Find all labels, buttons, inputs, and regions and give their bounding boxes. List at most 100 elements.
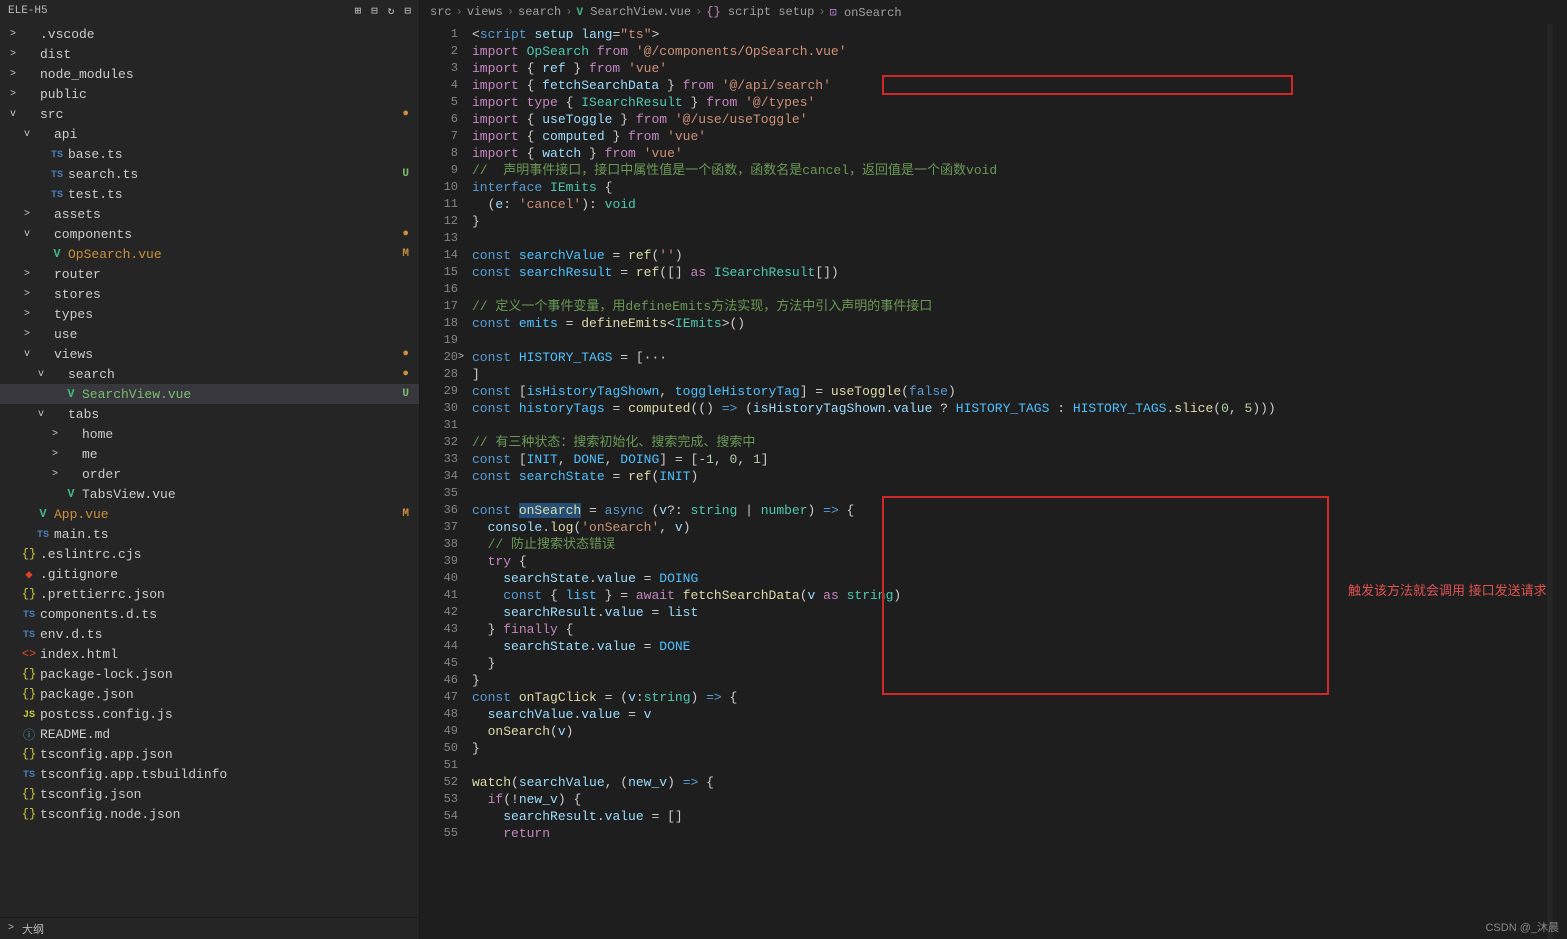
- new-file-icon[interactable]: ⊞: [355, 4, 362, 18]
- tree-item[interactable]: JSpostcss.config.js: [0, 704, 419, 724]
- outline-section[interactable]: > 大纲: [0, 917, 419, 939]
- tree-item[interactable]: TSenv.d.ts: [0, 624, 419, 644]
- code-line[interactable]: }: [472, 672, 1547, 689]
- code-line[interactable]: import { computed } from 'vue': [472, 128, 1547, 145]
- code-line[interactable]: const historyTags = computed(() => (isHi…: [472, 400, 1547, 417]
- tree-item[interactable]: TSbase.ts: [0, 144, 419, 164]
- code-line[interactable]: const [isHistoryTagShown, toggleHistoryT…: [472, 383, 1547, 400]
- code-area[interactable]: 1234567891011121314151617181920282930313…: [420, 24, 1567, 939]
- tree-item[interactable]: >me: [0, 444, 419, 464]
- code-line[interactable]: (e: 'cancel'): void: [472, 196, 1547, 213]
- tree-item[interactable]: >public: [0, 84, 419, 104]
- tree-item[interactable]: >router: [0, 264, 419, 284]
- tree-item[interactable]: VOpSearch.vueM: [0, 244, 419, 264]
- tree-item[interactable]: {}.eslintrc.cjs: [0, 544, 419, 564]
- code-line[interactable]: searchValue.value = v: [472, 706, 1547, 723]
- code-line[interactable]: if(!new_v) {: [472, 791, 1547, 808]
- tree-item[interactable]: TScomponents.d.ts: [0, 604, 419, 624]
- code-content[interactable]: <script setup lang="ts">import OpSearch …: [472, 24, 1547, 939]
- code-line[interactable]: // 有三种状态：搜索初始化、搜索完成、搜索中: [472, 434, 1547, 451]
- file-tree[interactable]: >.vscode>dist>node_modules>publicvsrc●va…: [0, 22, 419, 917]
- tree-item[interactable]: {}.prettierrc.json: [0, 584, 419, 604]
- tree-item[interactable]: >order: [0, 464, 419, 484]
- tree-item[interactable]: vsearch●: [0, 364, 419, 384]
- tree-item[interactable]: >node_modules: [0, 64, 419, 84]
- breadcrumb-item[interactable]: views: [467, 5, 503, 19]
- code-line[interactable]: [472, 332, 1547, 349]
- code-line[interactable]: [472, 417, 1547, 434]
- tree-item[interactable]: vtabs: [0, 404, 419, 424]
- tree-item[interactable]: vsrc●: [0, 104, 419, 124]
- tree-item[interactable]: TSmain.ts: [0, 524, 419, 544]
- new-folder-icon[interactable]: ⊟: [371, 4, 378, 18]
- tree-item[interactable]: >types: [0, 304, 419, 324]
- code-line[interactable]: try {: [472, 553, 1547, 570]
- code-line[interactable]: import { ref } from 'vue': [472, 60, 1547, 77]
- tree-item[interactable]: VApp.vueM: [0, 504, 419, 524]
- tree-item[interactable]: >.vscode: [0, 24, 419, 44]
- tree-item[interactable]: vcomponents●: [0, 224, 419, 244]
- code-line[interactable]: console.log('onSearch', v): [472, 519, 1547, 536]
- code-line[interactable]: }: [472, 655, 1547, 672]
- code-line[interactable]: import { fetchSearchData } from '@/api/s…: [472, 77, 1547, 94]
- code-line[interactable]: const searchValue = ref(''): [472, 247, 1547, 264]
- breadcrumb-item[interactable]: V SearchView.vue: [576, 5, 691, 19]
- code-line[interactable]: // 声明事件接口，接口中属性值是一个函数，函数名是cancel，返回值是一个函…: [472, 162, 1547, 179]
- collapse-icon[interactable]: ⊟: [404, 4, 411, 18]
- code-line[interactable]: const searchResult = ref([] as ISearchRe…: [472, 264, 1547, 281]
- tree-item[interactable]: {}package.json: [0, 684, 419, 704]
- tree-item[interactable]: TStest.ts: [0, 184, 419, 204]
- tree-item[interactable]: ⓘREADME.md: [0, 724, 419, 744]
- tree-item[interactable]: vviews●: [0, 344, 419, 364]
- code-line[interactable]: [472, 757, 1547, 774]
- code-line[interactable]: [472, 281, 1547, 298]
- tree-item[interactable]: VTabsView.vue: [0, 484, 419, 504]
- tree-item[interactable]: {}tsconfig.json: [0, 784, 419, 804]
- code-line[interactable]: // 防止搜索状态错误: [472, 536, 1547, 553]
- code-line[interactable]: }: [472, 740, 1547, 757]
- tree-item[interactable]: >stores: [0, 284, 419, 304]
- scrollbar[interactable]: [1553, 24, 1567, 939]
- code-line[interactable]: import { watch } from 'vue': [472, 145, 1547, 162]
- code-line[interactable]: const emits = defineEmits<IEmits>(): [472, 315, 1547, 332]
- code-line[interactable]: searchState.value = DONE: [472, 638, 1547, 655]
- tree-item[interactable]: VSearchView.vueU: [0, 384, 419, 404]
- code-line[interactable]: onSearch(v): [472, 723, 1547, 740]
- tree-item[interactable]: <>index.html: [0, 644, 419, 664]
- code-line[interactable]: interface IEmits {: [472, 179, 1547, 196]
- tree-item[interactable]: ◆.gitignore: [0, 564, 419, 584]
- tree-item[interactable]: >use: [0, 324, 419, 344]
- breadcrumb[interactable]: src›views›search›V SearchView.vue›{} scr…: [420, 0, 1567, 24]
- tree-item[interactable]: {}package-lock.json: [0, 664, 419, 684]
- breadcrumb-item[interactable]: src: [430, 5, 452, 19]
- tree-item[interactable]: >assets: [0, 204, 419, 224]
- code-line[interactable]: const [INIT, DONE, DOING] = [-1, 0, 1]: [472, 451, 1547, 468]
- code-line[interactable]: const searchState = ref(INIT): [472, 468, 1547, 485]
- breadcrumb-item[interactable]: search: [518, 5, 561, 19]
- code-line[interactable]: watch(searchValue, (new_v) => {: [472, 774, 1547, 791]
- code-line[interactable]: searchResult.value = list: [472, 604, 1547, 621]
- tree-item[interactable]: {}tsconfig.node.json: [0, 804, 419, 824]
- tree-item[interactable]: >dist: [0, 44, 419, 64]
- refresh-icon[interactable]: ↻: [388, 4, 395, 18]
- code-line[interactable]: <script setup lang="ts">: [472, 26, 1547, 43]
- tree-item[interactable]: >home: [0, 424, 419, 444]
- tree-item[interactable]: {}tsconfig.app.json: [0, 744, 419, 764]
- code-line[interactable]: // 定义一个事件变量，用defineEmits方法实现，方法中引入声明的事件接…: [472, 298, 1547, 315]
- code-line[interactable]: import { useToggle } from '@/use/useTogg…: [472, 111, 1547, 128]
- tree-item[interactable]: TStsconfig.app.tsbuildinfo: [0, 764, 419, 784]
- tree-item[interactable]: vapi: [0, 124, 419, 144]
- code-line[interactable]: } finally {: [472, 621, 1547, 638]
- tree-item[interactable]: TSsearch.tsU: [0, 164, 419, 184]
- breadcrumb-item[interactable]: ⊡ onSearch: [830, 5, 902, 20]
- code-line[interactable]: import OpSearch from '@/components/OpSea…: [472, 43, 1547, 60]
- code-line[interactable]: [472, 485, 1547, 502]
- code-line[interactable]: searchResult.value = []: [472, 808, 1547, 825]
- code-line[interactable]: >const HISTORY_TAGS = [···: [472, 349, 1547, 366]
- code-line[interactable]: return: [472, 825, 1547, 842]
- code-line[interactable]: [472, 230, 1547, 247]
- code-line[interactable]: }: [472, 213, 1547, 230]
- code-line[interactable]: const onSearch = async (v?: string | num…: [472, 502, 1547, 519]
- code-line[interactable]: import type { ISearchResult } from '@/ty…: [472, 94, 1547, 111]
- code-line[interactable]: const onTagClick = (v:string) => {: [472, 689, 1547, 706]
